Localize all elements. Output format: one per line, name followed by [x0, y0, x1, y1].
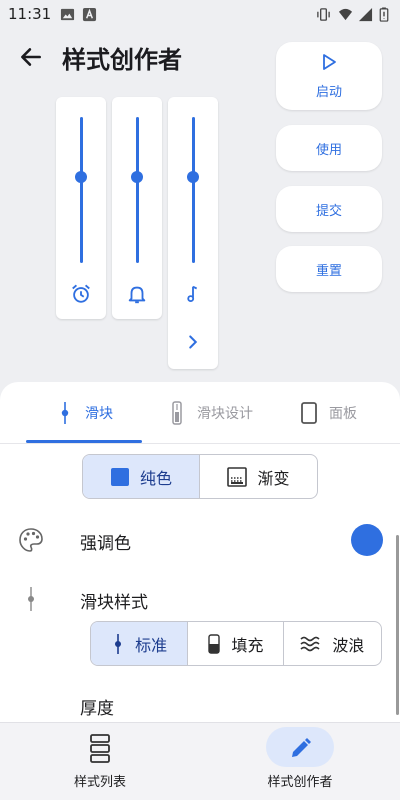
play-icon	[323, 53, 336, 70]
gradient-icon	[227, 466, 248, 487]
thickness-label: 厚度	[80, 699, 114, 719]
filled-style-option[interactable]: 填充	[188, 622, 284, 665]
back-arrow-icon[interactable]	[18, 44, 44, 70]
slider-thumb[interactable]	[75, 171, 87, 183]
nav-style-list-label: 样式列表	[73, 775, 126, 790]
use-button-label: 使用	[315, 142, 342, 158]
tab-panel[interactable]: 面板	[278, 382, 378, 444]
reset-button-label: 重置	[315, 263, 342, 279]
vibrate-icon	[317, 8, 330, 21]
chevron-right-icon[interactable]	[182, 331, 204, 353]
slider-design-icon	[172, 401, 182, 425]
status-time: 11:31	[8, 5, 52, 23]
slider-track-active	[135, 117, 139, 179]
media-volume-slider-card[interactable]	[168, 97, 218, 369]
slider-track-inactive	[135, 181, 139, 263]
color-mode-toggle: 纯色 渐变	[82, 454, 318, 499]
use-button[interactable]: 使用	[276, 125, 382, 171]
tab-slider-label: 滑块	[85, 406, 113, 422]
slider-style-icon	[28, 587, 34, 611]
slider-icon	[61, 402, 69, 424]
accent-color-label: 强调色	[80, 534, 131, 554]
palette-icon	[19, 528, 43, 552]
slider-track-inactive	[191, 181, 195, 263]
status-bar: 11:31	[0, 0, 400, 30]
bell-icon	[128, 286, 146, 304]
filled-slider-icon	[208, 633, 221, 654]
wifi-icon	[338, 8, 353, 21]
nav-style-list[interactable]: 样式列表	[0, 723, 200, 800]
tab-panel-label: 面板	[329, 406, 357, 422]
editor-tabs: 滑块 滑块设计 面板	[0, 382, 400, 444]
slider-thumb[interactable]	[131, 171, 143, 183]
battery-icon	[379, 7, 389, 22]
nav-style-creator[interactable]: 样式创作者	[200, 723, 400, 800]
solid-color-option[interactable]: 纯色	[83, 455, 200, 498]
nav-style-creator-label: 样式创作者	[267, 775, 333, 790]
tab-slider[interactable]: 滑块	[26, 382, 142, 444]
slider-style-toggle: 标准 填充 波浪	[90, 621, 382, 666]
alarm-clock-icon	[72, 284, 90, 303]
panel-icon	[301, 402, 317, 424]
page-title: 样式创作者	[62, 46, 182, 74]
style-editor-sheet: 滑块 滑块设计 面板 纯色 渐变 强调色 滑块样式 标准 填充 波浪 厚度	[0, 382, 400, 722]
gradient-label: 渐变	[257, 468, 290, 488]
slider-track-inactive	[79, 181, 83, 263]
slider-thumb[interactable]	[187, 171, 199, 183]
standard-slider-icon	[115, 633, 122, 654]
accent-color-swatch[interactable]	[351, 524, 383, 556]
standard-style-label: 标准	[135, 635, 168, 655]
standard-style-option[interactable]: 标准	[91, 622, 189, 665]
slider-track-active	[79, 117, 83, 179]
music-note-icon	[187, 285, 198, 302]
scrollbar[interactable]	[396, 535, 399, 715]
stacked-list-icon	[90, 734, 110, 763]
slider-style-label: 滑块样式	[80, 593, 148, 613]
solid-square-icon	[110, 467, 129, 486]
tab-slider-design-label: 滑块设计	[197, 406, 253, 422]
start-button-label: 启动	[315, 84, 342, 100]
tab-slider-design[interactable]: 滑块设计	[150, 382, 270, 444]
pencil-icon	[292, 738, 311, 757]
gradient-option[interactable]: 渐变	[200, 455, 317, 498]
wave-style-option[interactable]: 波浪	[284, 622, 381, 665]
alarm-volume-slider-card[interactable]	[56, 97, 106, 319]
wave-style-label: 波浪	[332, 635, 365, 655]
solid-color-label: 纯色	[139, 468, 172, 488]
submit-button[interactable]: 提交	[276, 186, 382, 232]
start-button[interactable]: 启动	[276, 42, 382, 110]
ring-volume-slider-card[interactable]	[112, 97, 162, 319]
reset-button[interactable]: 重置	[276, 246, 382, 292]
slider-track-active	[191, 117, 195, 179]
image-icon	[60, 8, 75, 21]
cell-signal-icon	[358, 7, 373, 22]
filled-style-label: 填充	[231, 635, 264, 655]
tab-indicator	[26, 440, 142, 443]
app-notification-icon	[82, 7, 97, 22]
bottom-navigation: 样式列表 样式创作者	[0, 722, 400, 800]
wave-icon	[300, 636, 320, 651]
submit-button-label: 提交	[315, 203, 342, 219]
